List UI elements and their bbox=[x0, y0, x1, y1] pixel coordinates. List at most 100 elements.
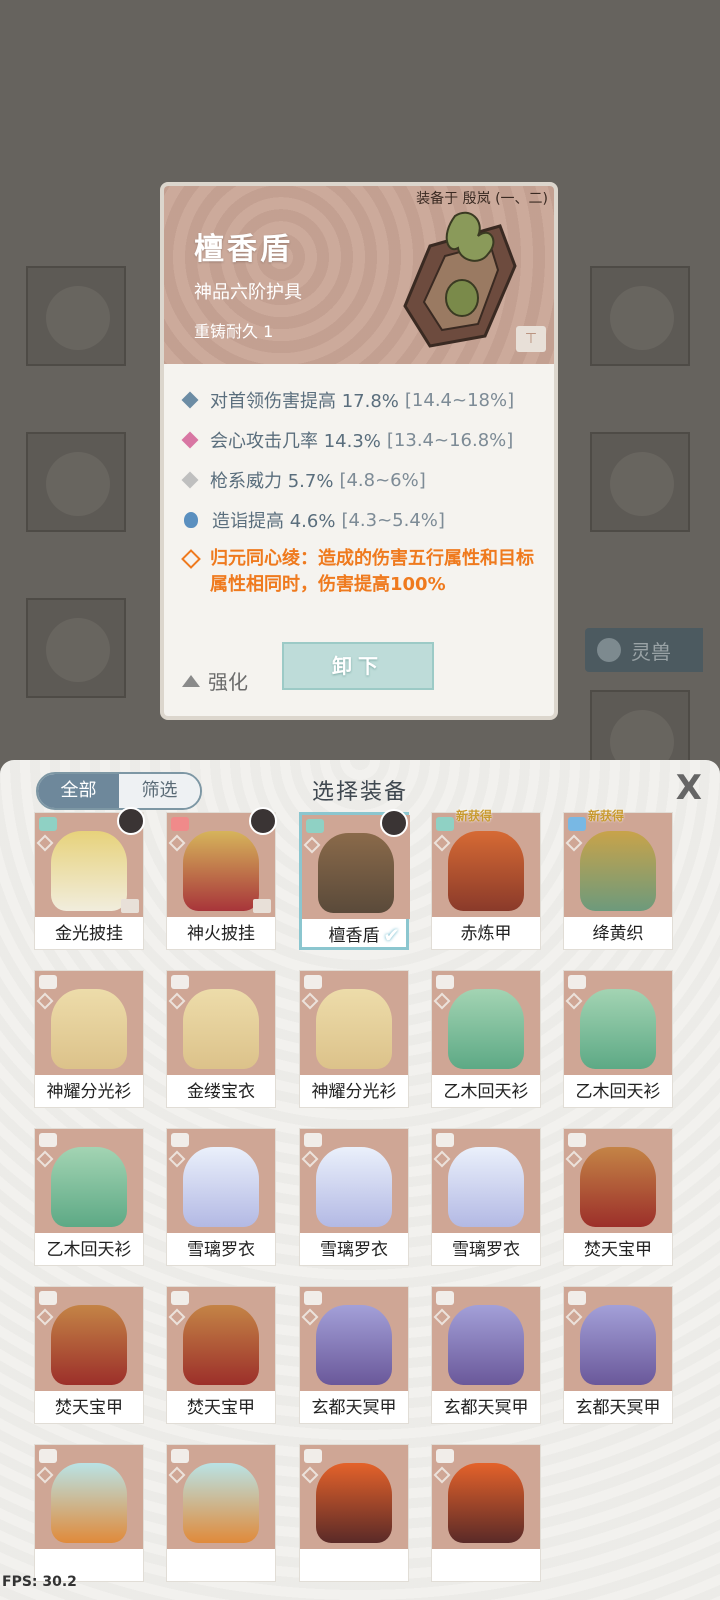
fps-counter: FPS: 30.2 bbox=[2, 1574, 77, 1590]
equipment-card[interactable] bbox=[431, 1444, 541, 1582]
armor-slot-icon bbox=[39, 1291, 57, 1305]
equipment-card[interactable]: 金缕宝衣 bbox=[166, 970, 276, 1108]
equipment-cell[interactable]: 雪璃罗衣 bbox=[431, 1128, 541, 1266]
equipment-cell[interactable] bbox=[299, 1444, 409, 1582]
stat-row: 对首领伤害提高 17.8% [14.4~18%] bbox=[181, 380, 554, 420]
equipment-cell[interactable]: 乙木回天衫 bbox=[563, 970, 673, 1108]
unequip-button[interactable]: 卸下 bbox=[282, 642, 434, 690]
equipment-cell[interactable]: 焚天宝甲 bbox=[563, 1128, 673, 1266]
equipment-cell[interactable]: 玄都天冥甲 bbox=[299, 1286, 409, 1424]
equipment-cell[interactable]: 玄都天冥甲 bbox=[563, 1286, 673, 1424]
equipment-card[interactable]: 神耀分光衫 bbox=[299, 970, 409, 1108]
armor-icon bbox=[316, 1463, 392, 1543]
armor-icon bbox=[183, 989, 259, 1069]
equipment-image bbox=[432, 1287, 540, 1391]
equipment-cell[interactable]: 雪璃罗衣 bbox=[166, 1128, 276, 1266]
equipment-cell[interactable]: 神火披挂 bbox=[166, 807, 277, 950]
armor-icon bbox=[580, 831, 656, 911]
equipment-card[interactable]: 焚天宝甲 bbox=[34, 1286, 144, 1424]
equipment-card[interactable] bbox=[34, 1444, 144, 1582]
avatar bbox=[380, 809, 408, 837]
equipment-card[interactable] bbox=[166, 1444, 276, 1582]
equipment-cell[interactable] bbox=[34, 1444, 144, 1582]
equipment-card[interactable]: 焚天宝甲 bbox=[563, 1128, 673, 1266]
equipment-cell[interactable]: 檀香盾 ✔ bbox=[299, 809, 410, 950]
equipment-card[interactable] bbox=[299, 1444, 409, 1582]
equipment-card[interactable]: 乙木回天衫 bbox=[563, 970, 673, 1108]
rank-icon bbox=[433, 1466, 451, 1484]
select-equipment-sheet: 全部 筛选 选择装备 X 金光披挂 神火披挂 檀香盾 ✔ 新获得 赤炼甲 新获得 绛黄织 神耀分… bbox=[0, 760, 720, 1600]
checkmark-icon: ✔ bbox=[383, 923, 400, 947]
equipment-cell[interactable]: 雪璃罗衣 bbox=[299, 1128, 409, 1266]
enhance-button[interactable]: 强化 bbox=[182, 666, 248, 695]
equipment-name: 神火披挂 bbox=[187, 924, 255, 944]
equipment-name: 乙木回天衫 bbox=[575, 1082, 661, 1102]
equipment-card[interactable]: 新获得 赤炼甲 bbox=[431, 809, 541, 950]
equipment-name: 神耀分光衫 bbox=[46, 1082, 132, 1102]
equipment-cell[interactable]: 神耀分光衫 bbox=[299, 970, 409, 1108]
armor-slot-icon bbox=[171, 817, 189, 831]
equipment-card[interactable]: 金光披挂 bbox=[34, 807, 145, 950]
item-name: 檀香盾 bbox=[194, 232, 293, 267]
equipment-cell[interactable]: 金缕宝衣 bbox=[166, 970, 276, 1108]
equipment-image bbox=[432, 813, 540, 917]
armor-icon bbox=[316, 1305, 392, 1385]
equipment-name bbox=[300, 1549, 408, 1583]
equipment-cell[interactable] bbox=[166, 1444, 276, 1582]
equipment-name: 金光披挂 bbox=[55, 924, 123, 944]
equipment-name: 焚天宝甲 bbox=[55, 1398, 123, 1418]
equipment-card[interactable]: 神火披挂 bbox=[166, 807, 277, 950]
equipment-card[interactable]: 雪璃罗衣 bbox=[431, 1128, 541, 1266]
equipment-image bbox=[564, 1129, 672, 1233]
armor-slot-icon bbox=[39, 1133, 57, 1147]
pink-diamond-icon bbox=[181, 431, 199, 449]
new-badge: 新获得 bbox=[588, 809, 625, 823]
equipment-name bbox=[167, 1549, 275, 1583]
armor-icon bbox=[51, 1463, 127, 1543]
equipment-cell[interactable]: 神耀分光衫 bbox=[34, 970, 144, 1108]
lock-icon bbox=[121, 899, 139, 913]
equipment-cell[interactable]: 焚天宝甲 bbox=[166, 1286, 276, 1424]
equipment-image bbox=[167, 1287, 275, 1391]
equipment-card[interactable]: 焚天宝甲 bbox=[166, 1286, 276, 1424]
close-icon[interactable]: X bbox=[676, 768, 702, 808]
equipment-card[interactable]: 玄都天冥甲 bbox=[299, 1286, 409, 1424]
equipment-card[interactable]: 玄都天冥甲 bbox=[563, 1286, 673, 1424]
item-detail-popup: 装备于 殷岚 (一、二) 檀香盾 神品六阶护具 重铸耐久 1 ⊤ 对首领伤害提高… bbox=[160, 182, 558, 720]
armor-slot-icon bbox=[568, 1133, 586, 1147]
rank-icon bbox=[565, 834, 583, 852]
equipment-name: 雪璃罗衣 bbox=[320, 1240, 388, 1260]
armor-icon bbox=[448, 989, 524, 1069]
equipment-image bbox=[167, 971, 275, 1075]
equipment-image bbox=[300, 1287, 408, 1391]
equipment-card[interactable]: 雪璃罗衣 bbox=[299, 1128, 409, 1266]
armor-slot-icon bbox=[304, 1449, 322, 1463]
equipment-card[interactable]: 新获得 绛黄织 bbox=[563, 809, 673, 950]
equipment-card[interactable]: 乙木回天衫 bbox=[34, 1128, 144, 1266]
armor-icon bbox=[316, 1147, 392, 1227]
rank-icon bbox=[565, 992, 583, 1010]
equipment-name: 焚天宝甲 bbox=[187, 1398, 255, 1418]
flame-icon bbox=[184, 512, 198, 528]
armor-icon bbox=[51, 831, 127, 911]
equipment-cell[interactable]: 金光披挂 bbox=[34, 807, 145, 950]
equipment-cell[interactable] bbox=[431, 1444, 541, 1582]
equipment-cell[interactable]: 乙木回天衫 bbox=[34, 1128, 144, 1266]
equipment-cell[interactable]: 新获得 绛黄织 bbox=[563, 809, 673, 950]
equipment-image bbox=[300, 1445, 408, 1549]
equipment-card[interactable]: 神耀分光衫 bbox=[34, 970, 144, 1108]
rank-icon bbox=[168, 1150, 186, 1168]
bg-equip-slot bbox=[26, 598, 126, 698]
equipment-card[interactable]: 雪璃罗衣 bbox=[166, 1128, 276, 1266]
equipment-cell[interactable]: 玄都天冥甲 bbox=[431, 1286, 541, 1424]
equipment-image bbox=[432, 1129, 540, 1233]
equipment-cell[interactable]: 乙木回天衫 bbox=[431, 970, 541, 1108]
item-lock-icon[interactable]: ⊤ bbox=[516, 326, 546, 352]
equipment-card[interactable]: 乙木回天衫 bbox=[431, 970, 541, 1108]
equipment-card[interactable]: 檀香盾 ✔ bbox=[299, 809, 410, 950]
equipment-cell[interactable]: 新获得 赤炼甲 bbox=[431, 809, 541, 950]
rank-icon bbox=[36, 1466, 54, 1484]
equipment-cell[interactable]: 焚天宝甲 bbox=[34, 1286, 144, 1424]
equipment-card[interactable]: 玄都天冥甲 bbox=[431, 1286, 541, 1424]
equipment-name: 金缕宝衣 bbox=[187, 1082, 255, 1102]
